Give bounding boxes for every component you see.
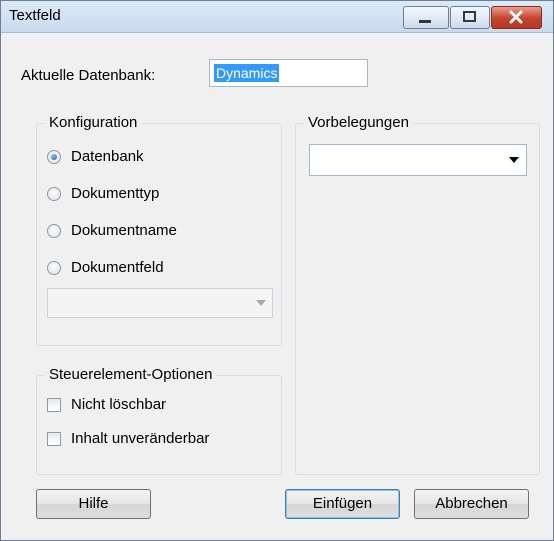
defaults-group: Vorbelegungen (295, 114, 540, 475)
defaults-combobox[interactable] (309, 144, 527, 176)
radio-button-selected[interactable] (47, 150, 61, 164)
radio-label: Dokumentname (71, 222, 177, 239)
checkbox-label: Nicht löschbar (71, 396, 167, 413)
cancel-button[interactable]: Abbrechen (414, 489, 529, 519)
database-field[interactable]: Dynamics (209, 59, 368, 87)
title-bar[interactable]: Textfeld (1, 1, 553, 33)
database-value: Dynamics (214, 64, 280, 82)
configuration-title: Konfiguration (45, 114, 142, 132)
maximize-icon (463, 11, 476, 22)
textfeld-dialog: Textfeld Aktuelle Datenbank: Dynamics Ko… (0, 0, 554, 541)
radio-label: Dokumenttyp (71, 185, 160, 202)
radio-label: Dokumentfeld (71, 259, 164, 276)
defaults-title: Vorbelegungen (304, 114, 413, 132)
control-options-title: Steuerelement-Optionen (45, 366, 217, 384)
configuration-combobox (47, 288, 273, 318)
checkbox[interactable] (47, 398, 61, 412)
minimize-icon (419, 20, 431, 23)
radio-button[interactable] (47, 261, 61, 275)
minimize-button[interactable] (403, 6, 449, 29)
window-title: Textfeld (9, 7, 61, 24)
close-icon (509, 10, 523, 24)
configuration-group: Konfiguration Datenbank Dokumenttyp Doku… (36, 114, 282, 346)
checkbox[interactable] (47, 432, 61, 446)
radio-label: Datenbank (71, 148, 144, 165)
control-options-group: Steuerelement-Optionen Nicht löschbar In… (36, 366, 282, 475)
radio-button[interactable] (47, 187, 61, 201)
help-button[interactable]: Hilfe (36, 489, 151, 519)
maximize-button[interactable] (450, 6, 490, 29)
chevron-down-icon (509, 157, 519, 163)
close-button[interactable] (491, 6, 542, 29)
insert-button[interactable]: Einfügen (285, 489, 400, 519)
radio-button[interactable] (47, 224, 61, 238)
chevron-down-icon (256, 300, 266, 306)
checkbox-label: Inhalt unveränderbar (71, 430, 210, 447)
database-label: Aktuelle Datenbank: (21, 67, 156, 84)
